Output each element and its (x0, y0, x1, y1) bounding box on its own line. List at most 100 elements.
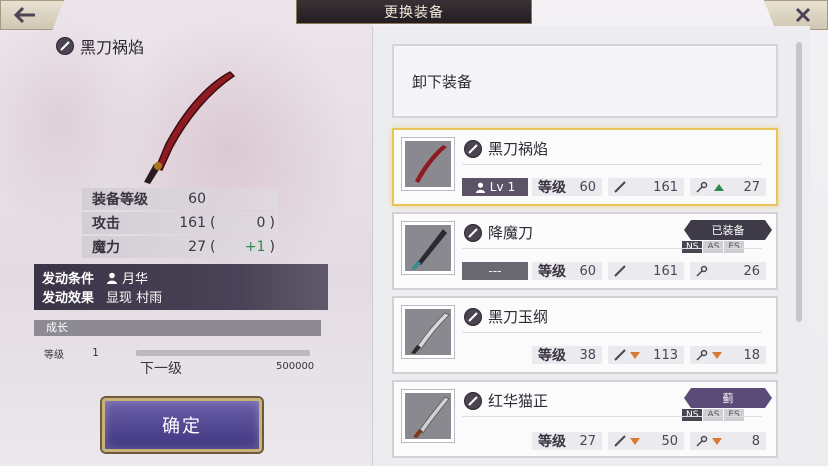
skill-info-panel: 发动条件 月华 发动效果 显现 村雨 (34, 264, 328, 310)
level-box: --- (462, 262, 528, 280)
divider (462, 416, 762, 417)
weapon-title: 黑刀祸焰 (56, 34, 144, 58)
equipment-thumbnail (402, 138, 454, 190)
trend-down-icon (712, 351, 722, 359)
sword-icon (614, 181, 626, 193)
trend-down-icon (630, 437, 640, 445)
tag-as: AS (703, 409, 724, 421)
attack-cell: 50 (608, 432, 684, 450)
effect-label: 发动效果 (42, 291, 95, 306)
magic-cell: 26 (690, 262, 766, 280)
level-label: 等级 (44, 350, 64, 361)
weapon-image (144, 71, 236, 184)
magic-value: 18 (743, 347, 760, 363)
grade-label: 等级 (538, 348, 566, 364)
sword-type-icon (464, 223, 482, 242)
paren-close: ) (269, 215, 275, 231)
divider (462, 332, 762, 333)
equipment-card[interactable]: 黑刀祸焰 Lv 1 等级 60 161 27 (392, 128, 778, 206)
attack-cell: 161 (608, 178, 684, 196)
card-name-row: 黑刀玉纲 (464, 306, 548, 327)
attack-value: 50 (661, 433, 678, 449)
paren-close: ) (269, 239, 275, 255)
next-level-value: 500000 (276, 361, 315, 372)
growth-header: 成长 (34, 320, 321, 336)
xp-progress-bar (136, 350, 310, 356)
magic-value: 27 (743, 179, 760, 195)
grade-cell: 等级 60 (532, 262, 602, 280)
card-name-row: 红华猫正 (464, 390, 548, 411)
weapon-name: 黑刀祸焰 (80, 38, 145, 57)
card-name-row: 降魔刀 (464, 222, 533, 243)
confirm-button[interactable]: 确定 (102, 398, 262, 452)
magic-cell: 18 (690, 346, 766, 364)
close-icon (795, 7, 811, 23)
stat-label: 攻击 (92, 216, 120, 232)
equipment-name: 黑刀祸焰 (488, 140, 549, 158)
stat-row-attack: 攻击 161 ( 0 ) (82, 212, 278, 234)
level-value: 1 (507, 180, 516, 194)
wand-icon (696, 265, 708, 277)
stat-value: 60 (188, 191, 206, 207)
unequip-button[interactable]: 卸下装备 (392, 44, 778, 118)
sword-icon (614, 265, 626, 277)
sword-type-icon (464, 139, 482, 158)
equipped-badge: 已装备 (684, 220, 772, 240)
sword-icon (614, 349, 626, 361)
wand-icon (696, 435, 708, 447)
magic-value: 26 (743, 263, 760, 279)
trigger-value: 月华 (122, 272, 149, 287)
equipment-name: 黑刀玉纲 (488, 308, 549, 326)
level-label: Lv (489, 180, 504, 194)
sword-type-icon (464, 307, 482, 326)
sword-type-icon (464, 391, 482, 410)
grade-label: 等级 (538, 180, 566, 196)
magic-value: 8 (751, 433, 760, 449)
divider (462, 248, 762, 249)
level-label: --- (488, 264, 502, 278)
stat-label: 魔力 (92, 240, 120, 256)
effect-value: 显现 村雨 (106, 291, 163, 306)
equipment-card[interactable]: 降魔刀 已装备 NS AS ES --- 等级 60 161 26 (392, 212, 778, 290)
grade-value: 60 (579, 263, 596, 279)
owner-badge: 蓟 (684, 388, 772, 408)
attack-value: 161 (653, 179, 678, 195)
equipment-thumbnail (402, 222, 454, 274)
trend-down-icon (630, 351, 640, 359)
equipment-card[interactable]: 红华猫正 蓟 NS AS ES 等级 27 50 8 (392, 380, 778, 458)
tag-as: AS (703, 241, 724, 253)
list-scrollbar[interactable] (796, 42, 802, 322)
grade-label: 等级 (538, 434, 566, 450)
card-name-row: 黑刀祸焰 (464, 138, 548, 159)
arrow-left-icon (14, 7, 35, 23)
tag-es: ES (724, 409, 744, 421)
skill-tags: NS AS ES (682, 409, 744, 421)
person-icon (475, 182, 485, 193)
stat-label: 装备等级 (92, 192, 148, 208)
equipment-thumbnail (402, 306, 454, 358)
grade-value: 60 (579, 179, 596, 195)
wand-icon (696, 181, 708, 193)
tag-es: ES (724, 241, 744, 253)
tag-ns: NS (682, 409, 703, 421)
stat-bonus: 0 (256, 215, 266, 231)
equipment-name: 红华猫正 (488, 392, 549, 410)
trigger-label: 发动条件 (42, 272, 95, 287)
stat-value: 27 (188, 239, 206, 255)
level-value: 1 (92, 346, 99, 359)
next-level-label: 下一级 (140, 361, 182, 377)
grade-cell: 等级 27 (532, 432, 602, 450)
equipment-name: 降魔刀 (488, 224, 534, 242)
stat-bonus: +1 (244, 239, 266, 255)
equipment-thumbnail (402, 390, 454, 442)
equipment-card[interactable]: 黑刀玉纲 等级 38 113 18 (392, 296, 778, 374)
grade-cell: 等级 60 (532, 178, 602, 196)
skill-tags: NS AS ES (682, 241, 744, 253)
magic-cell: 27 (690, 178, 766, 196)
grade-cell: 等级 38 (532, 346, 602, 364)
tag-ns: NS (682, 241, 703, 253)
attack-value: 113 (653, 347, 678, 363)
grade-label: 等级 (538, 264, 566, 280)
stat-value: 161 (179, 215, 206, 231)
trend-up-icon (714, 183, 724, 191)
